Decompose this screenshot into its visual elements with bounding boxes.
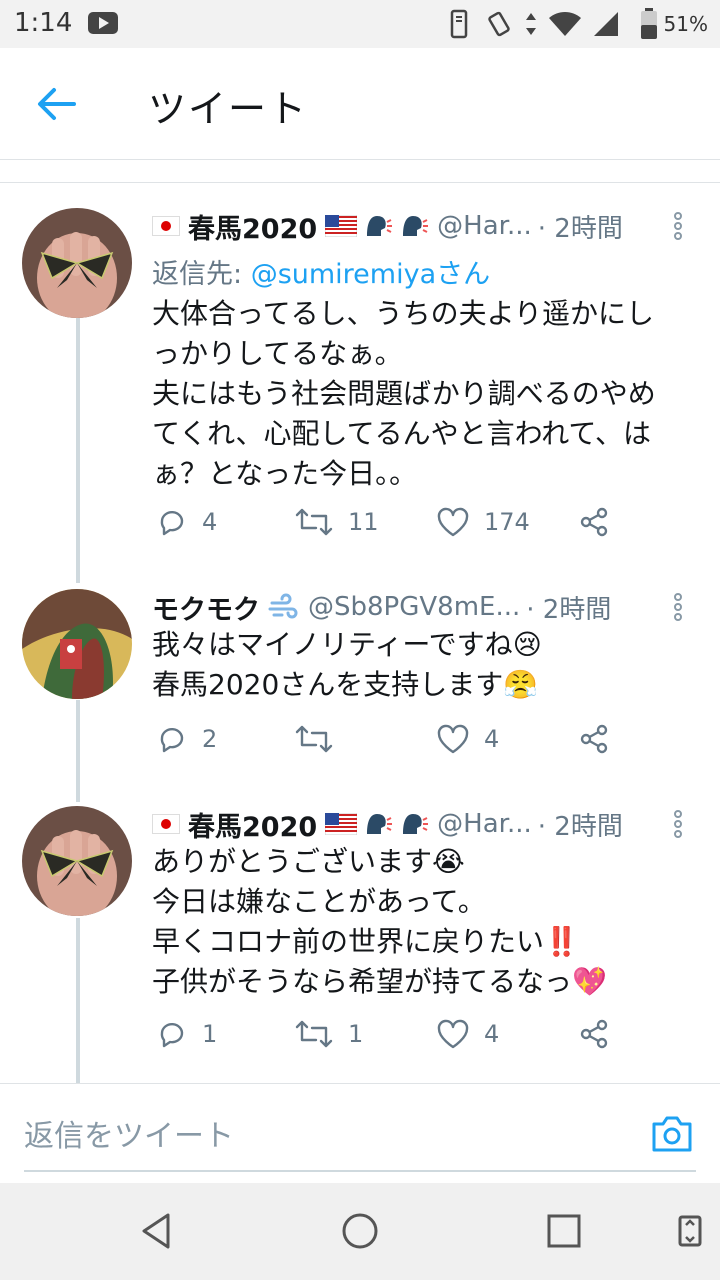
retweet-icon	[295, 1020, 333, 1048]
share-action[interactable]	[578, 1018, 610, 1050]
nav-recents-icon[interactable]	[544, 1211, 584, 1251]
tweet-header: モクモク @Sb8PGV8mE... · 2時間	[152, 587, 650, 627]
reply-bar	[0, 1083, 720, 1183]
speaking-head-icon	[367, 814, 393, 834]
name-emojis	[325, 212, 429, 240]
nav-rotate-icon[interactable]	[672, 1211, 708, 1251]
like-action[interactable]: 4	[436, 723, 499, 755]
tweet-author-name[interactable]: 春馬2020	[188, 805, 317, 844]
share-action[interactable]	[578, 723, 610, 755]
avatar[interactable]	[22, 589, 132, 699]
reply-to-line: 返信先: @sumiremiyaさん	[152, 252, 490, 291]
retweet-count: 1	[348, 1020, 364, 1048]
name-emojis	[325, 810, 429, 838]
vibrate-icon	[488, 11, 510, 37]
share-icon	[580, 724, 608, 754]
header-divider	[0, 182, 720, 183]
tweet-actions: 2 4	[152, 723, 652, 763]
battery: 51%	[640, 8, 708, 40]
app-header: ツイート	[0, 48, 720, 160]
share-icon	[580, 507, 608, 537]
speaking-head-icon	[367, 216, 393, 236]
name-emojis	[268, 593, 300, 621]
tweet[interactable]: 春馬2020 @Har... · 2時間 ありがとうございます😭 今日は嫌なこと…	[0, 802, 720, 1082]
reply-count: 1	[202, 1020, 218, 1048]
like-count: 4	[484, 725, 500, 753]
share-action[interactable]	[578, 506, 610, 538]
more-vertical-icon[interactable]	[670, 808, 686, 842]
tweet[interactable]: モクモク @Sb8PGV8mE... · 2時間 我々はマイノリティーですね😢 …	[0, 585, 720, 785]
tweet-actions: 1 1 4	[152, 1018, 652, 1058]
like-count: 4	[484, 1020, 500, 1048]
speaking-head-icon	[403, 216, 429, 236]
reply-action[interactable]: 1	[156, 1018, 217, 1050]
dashing-away-icon	[268, 593, 298, 619]
navigation-bar	[0, 1183, 720, 1280]
tweet-author-name[interactable]: モクモク	[152, 588, 260, 627]
avatar[interactable]	[22, 806, 132, 916]
data-arrows-icon	[526, 13, 536, 35]
screen-rotation-icon	[450, 9, 468, 39]
tweet-header: 春馬2020 @Har... · 2時間	[152, 206, 650, 246]
tweet-text: 我々はマイノリティーですね😢 春馬2020さんを支持します😤	[152, 628, 542, 701]
tweet-author-name[interactable]: 春馬2020	[188, 207, 317, 246]
reply-count: 4	[202, 508, 218, 536]
us-flag-icon	[325, 215, 358, 237]
reply-icon	[160, 1022, 184, 1048]
reply-count: 2	[202, 725, 218, 753]
nav-home-icon[interactable]	[340, 1211, 380, 1251]
more-vertical-icon[interactable]	[670, 210, 686, 244]
like-icon	[437, 724, 469, 754]
speaking-head-icon	[403, 814, 429, 834]
reply-to-link[interactable]: @sumiremiyaさん	[251, 259, 490, 290]
tweet-handle: @Sb8PGV8mE...	[308, 592, 521, 622]
tweet-time: · 2時間	[526, 594, 612, 625]
japan-flag-icon	[152, 814, 180, 834]
retweet-action[interactable]: 11	[294, 506, 379, 538]
reply-input[interactable]	[24, 1102, 696, 1172]
retweet-icon	[295, 508, 333, 536]
battery-percent: 51%	[663, 12, 708, 36]
tweet-text: 大体合ってるし、うちの夫より遥かにし っかりしてるなぁ。 夫にはもう社会問題ばか…	[152, 297, 656, 490]
page-title: ツイート	[148, 87, 309, 131]
status-icons	[446, 8, 620, 40]
back-arrow-icon[interactable]	[30, 78, 82, 130]
japan-flag-icon	[152, 216, 180, 236]
tweet-text: ありがとうございます😭 今日は嫌なことがあって。 早くコロナ前の世界に戻りたい‼…	[152, 845, 607, 998]
reply-action[interactable]: 4	[156, 506, 217, 538]
like-icon	[437, 1019, 469, 1049]
status-bar: 1:14 51%	[0, 0, 720, 48]
tweet-handle: @Har...	[437, 211, 532, 241]
like-action[interactable]: 174	[436, 506, 530, 538]
more-vertical-icon[interactable]	[670, 591, 686, 625]
youtube-notification-icon	[88, 12, 118, 34]
tweet[interactable]: 春馬2020 @Har... · 2時間 返信先: @sumiremiyaさん …	[0, 200, 720, 580]
tweet-handle: @Har...	[437, 809, 532, 839]
us-flag-icon	[325, 813, 358, 835]
battery-icon	[640, 8, 657, 39]
signal-icon	[594, 12, 618, 36]
tweet-time: · 2時間	[537, 213, 623, 244]
avatar[interactable]	[22, 208, 132, 318]
retweet-action[interactable]: 1	[294, 1018, 363, 1050]
reply-action[interactable]: 2	[156, 723, 217, 755]
camera-icon[interactable]	[650, 1114, 694, 1154]
status-time: 1:14	[14, 8, 73, 38]
like-icon	[437, 507, 469, 537]
wifi-icon	[549, 12, 581, 36]
tweet-header: 春馬2020 @Har... · 2時間	[152, 804, 650, 844]
retweet-action[interactable]	[294, 723, 348, 755]
share-icon	[580, 1019, 608, 1049]
like-count: 174	[484, 508, 530, 536]
retweet-icon	[295, 725, 333, 753]
reply-icon	[160, 727, 184, 753]
like-action[interactable]: 4	[436, 1018, 499, 1050]
retweet-count: 11	[348, 508, 379, 536]
reply-icon	[160, 510, 184, 536]
tweet-time: · 2時間	[537, 811, 623, 842]
nav-back-icon[interactable]	[136, 1211, 176, 1251]
tweet-actions: 4 11 174	[152, 506, 652, 546]
reply-to-prefix: 返信先:	[152, 259, 251, 290]
